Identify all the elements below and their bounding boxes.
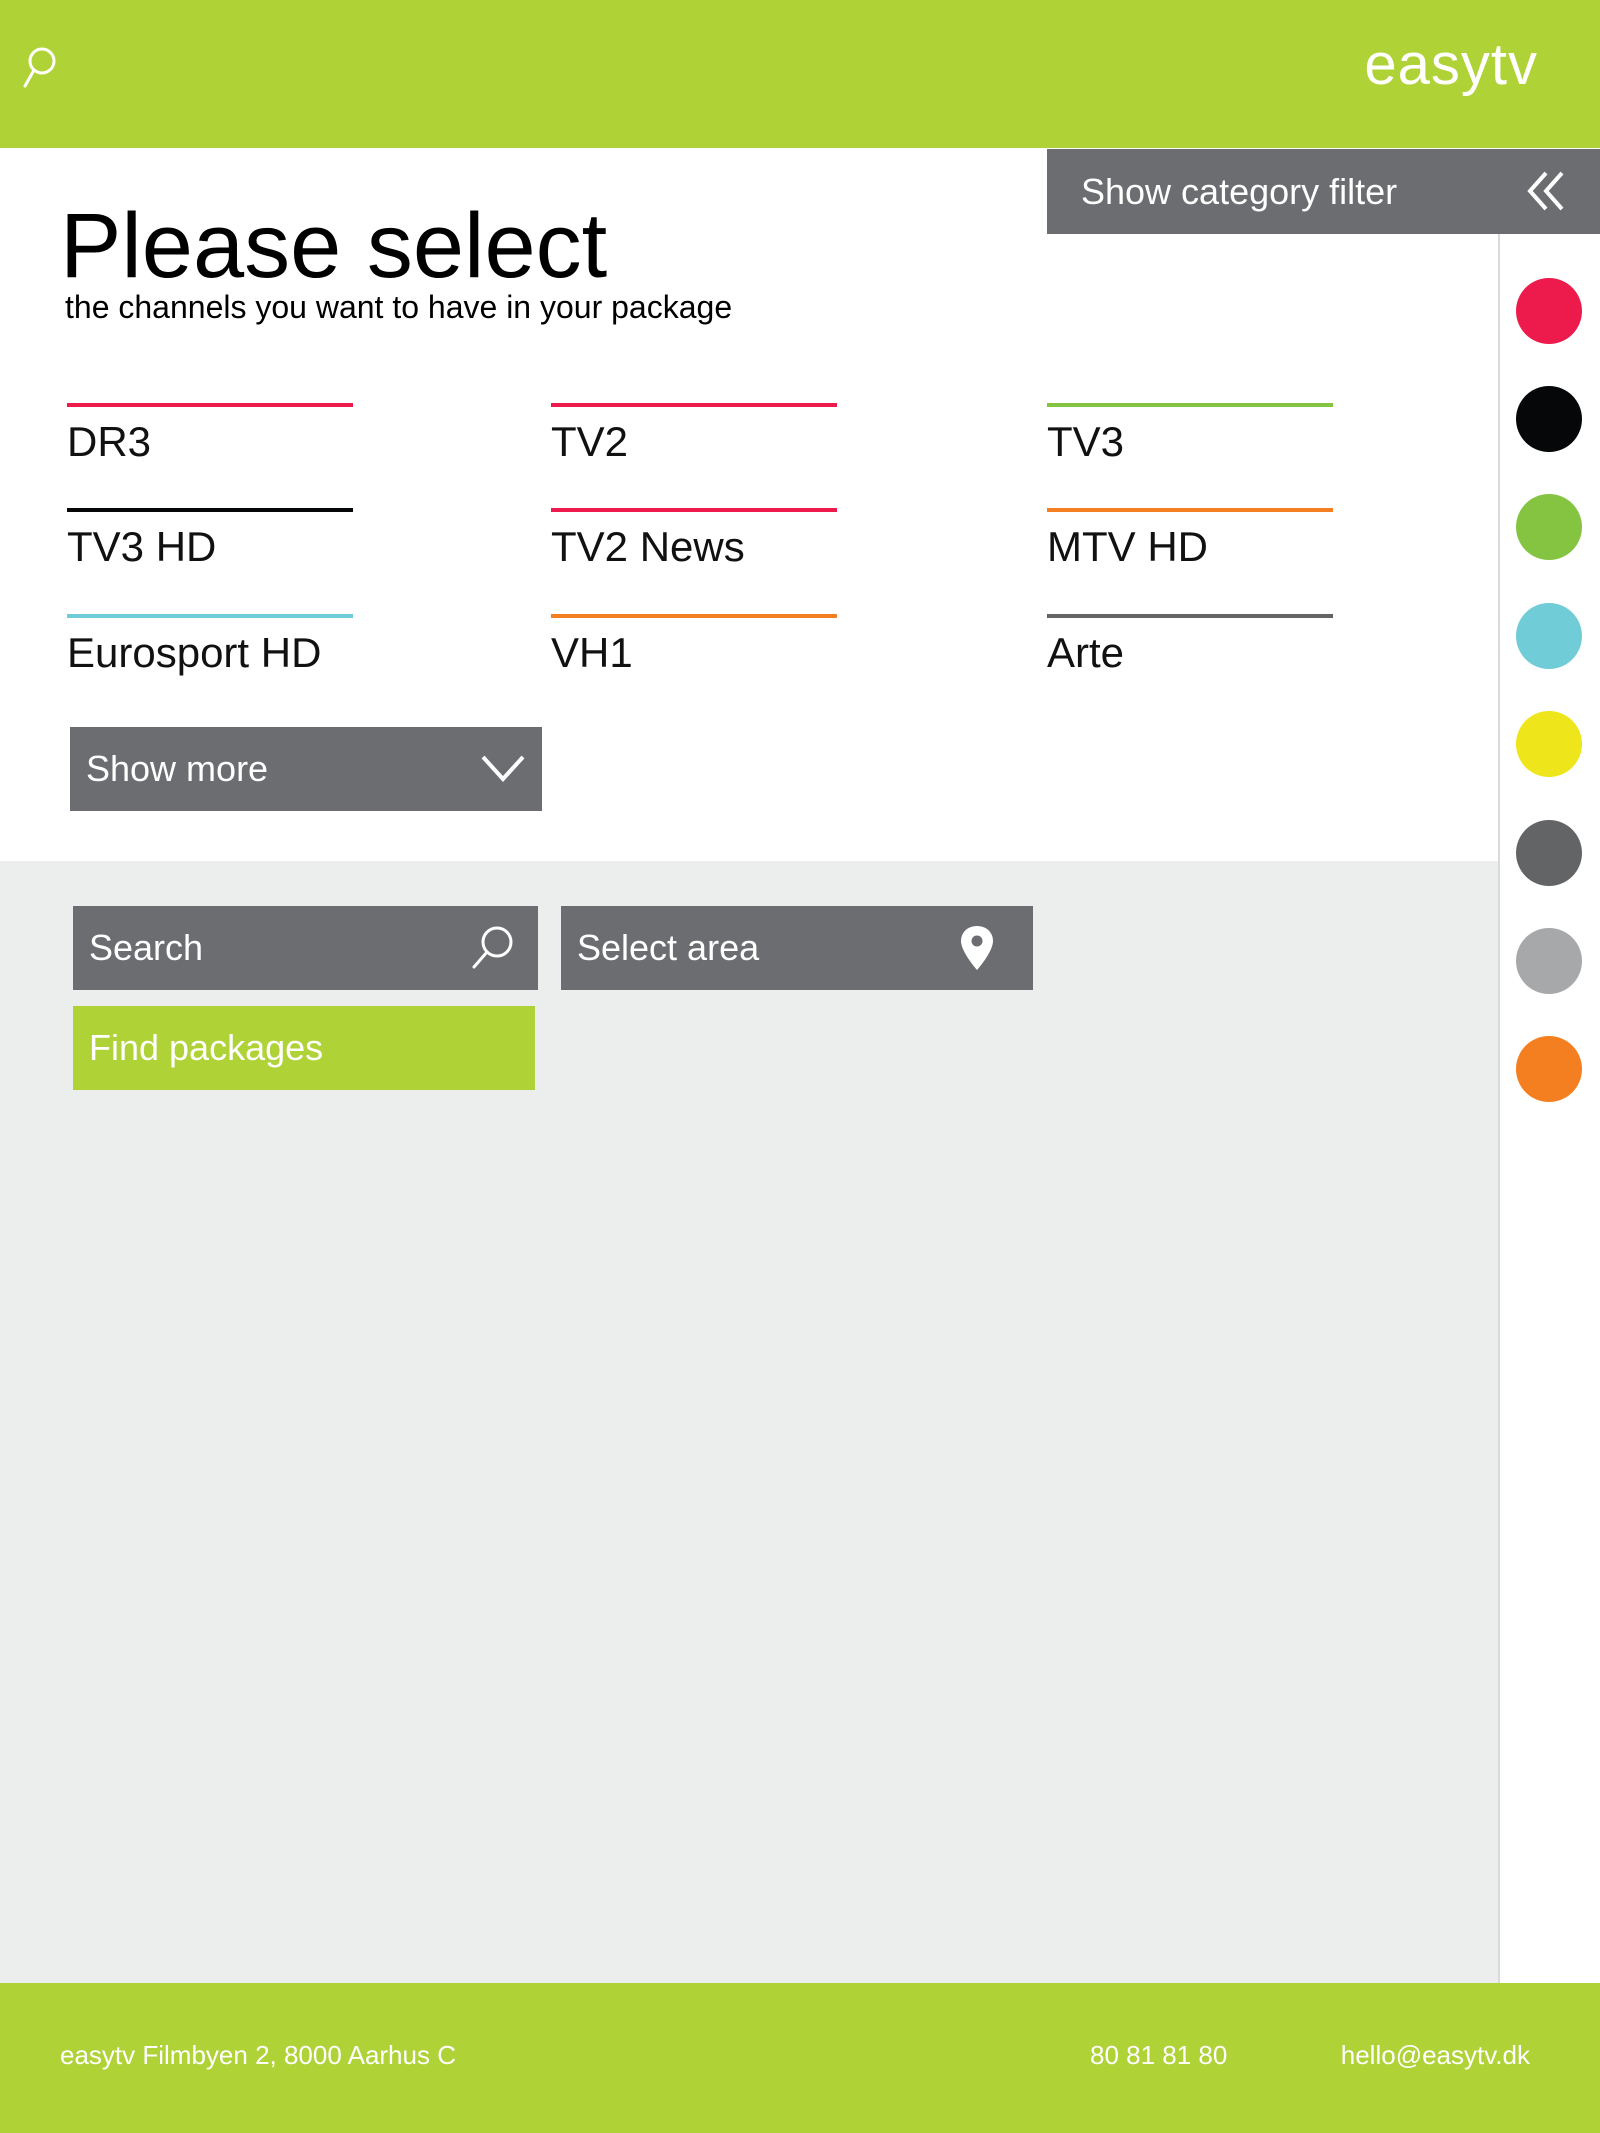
double-chevron-left-icon	[1524, 169, 1568, 213]
channel-name: TV2	[551, 418, 629, 465]
location-pin-icon	[951, 922, 1003, 974]
channel-item[interactable]: VH1	[551, 614, 837, 684]
channel-color-bar	[67, 614, 353, 618]
logo[interactable]: easytv	[1364, 30, 1538, 100]
category-color-sidebar	[1498, 234, 1600, 1983]
category-dot-dark-gray[interactable]	[1516, 820, 1582, 886]
search-icon[interactable]	[466, 922, 518, 974]
channel-item[interactable]: DR3	[67, 403, 353, 473]
channel-name: DR3	[67, 418, 152, 465]
channel-color-bar	[551, 614, 837, 618]
footer-address: easytv Filmbyen 2, 8000 Aarhus C	[60, 2040, 456, 2070]
show-more-label: Show more	[86, 748, 269, 789]
category-dot-yellow[interactable]	[1516, 711, 1582, 777]
channel-color-bar	[67, 403, 353, 407]
page-title: Please select	[60, 195, 608, 297]
channel-name: VH1	[551, 629, 633, 676]
show-more-button[interactable]: Show more	[70, 727, 542, 811]
channel-name: Eurosport HD	[67, 629, 322, 676]
channel-color-bar	[551, 508, 837, 512]
channel-item[interactable]: Eurosport HD	[67, 614, 353, 684]
category-dot-black[interactable]	[1516, 386, 1582, 452]
header: easytv	[0, 0, 1600, 148]
footer: easytv Filmbyen 2, 8000 Aarhus C 80 81 8…	[0, 1983, 1600, 2133]
show-category-filter-button[interactable]: Show category filter	[1047, 149, 1600, 234]
channel-item[interactable]: MTV HD	[1047, 508, 1333, 578]
category-dot-green[interactable]	[1516, 494, 1582, 560]
channel-name: TV3 HD	[67, 523, 217, 570]
search-input[interactable]: Search	[73, 906, 538, 990]
channel-color-bar	[67, 508, 353, 512]
find-packages-label: Find packages	[89, 1027, 324, 1068]
channel-color-bar	[551, 403, 837, 407]
channel-name: TV2 News	[551, 523, 745, 570]
footer-email[interactable]: hello@easytv.dk	[1341, 2039, 1530, 2071]
channel-color-bar	[1047, 508, 1333, 512]
channel-item[interactable]: TV3	[1047, 403, 1333, 473]
chevron-down-icon	[480, 751, 526, 787]
page-subtitle: the channels you want to have in your pa…	[65, 289, 733, 325]
category-dot-orange[interactable]	[1516, 1036, 1582, 1102]
footer-phone[interactable]: 80 81 81 80	[1090, 2039, 1227, 2071]
channel-color-bar	[1047, 403, 1333, 407]
category-dot-light-gray[interactable]	[1516, 928, 1582, 994]
channel-name: Arte	[1047, 629, 1125, 676]
select-area-dropdown[interactable]: Select area	[561, 906, 1033, 990]
category-dot-pink[interactable]	[1516, 278, 1582, 344]
select-area-label: Select area	[577, 927, 760, 968]
channel-name: TV3	[1047, 418, 1125, 465]
channel-item[interactable]: TV3 HD	[67, 508, 353, 578]
channel-color-bar	[1047, 614, 1333, 618]
channel-item[interactable]: Arte	[1047, 614, 1333, 684]
category-filter-label: Show category filter	[1081, 171, 1398, 212]
search-input-placeholder: Search	[89, 927, 204, 968]
search-icon[interactable]	[20, 44, 60, 96]
category-dot-cyan[interactable]	[1516, 603, 1582, 669]
find-packages-button[interactable]: Find packages	[73, 1006, 535, 1090]
channel-name: MTV HD	[1047, 523, 1208, 570]
channel-item[interactable]: TV2	[551, 403, 837, 473]
channel-item[interactable]: TV2 News	[551, 508, 837, 578]
